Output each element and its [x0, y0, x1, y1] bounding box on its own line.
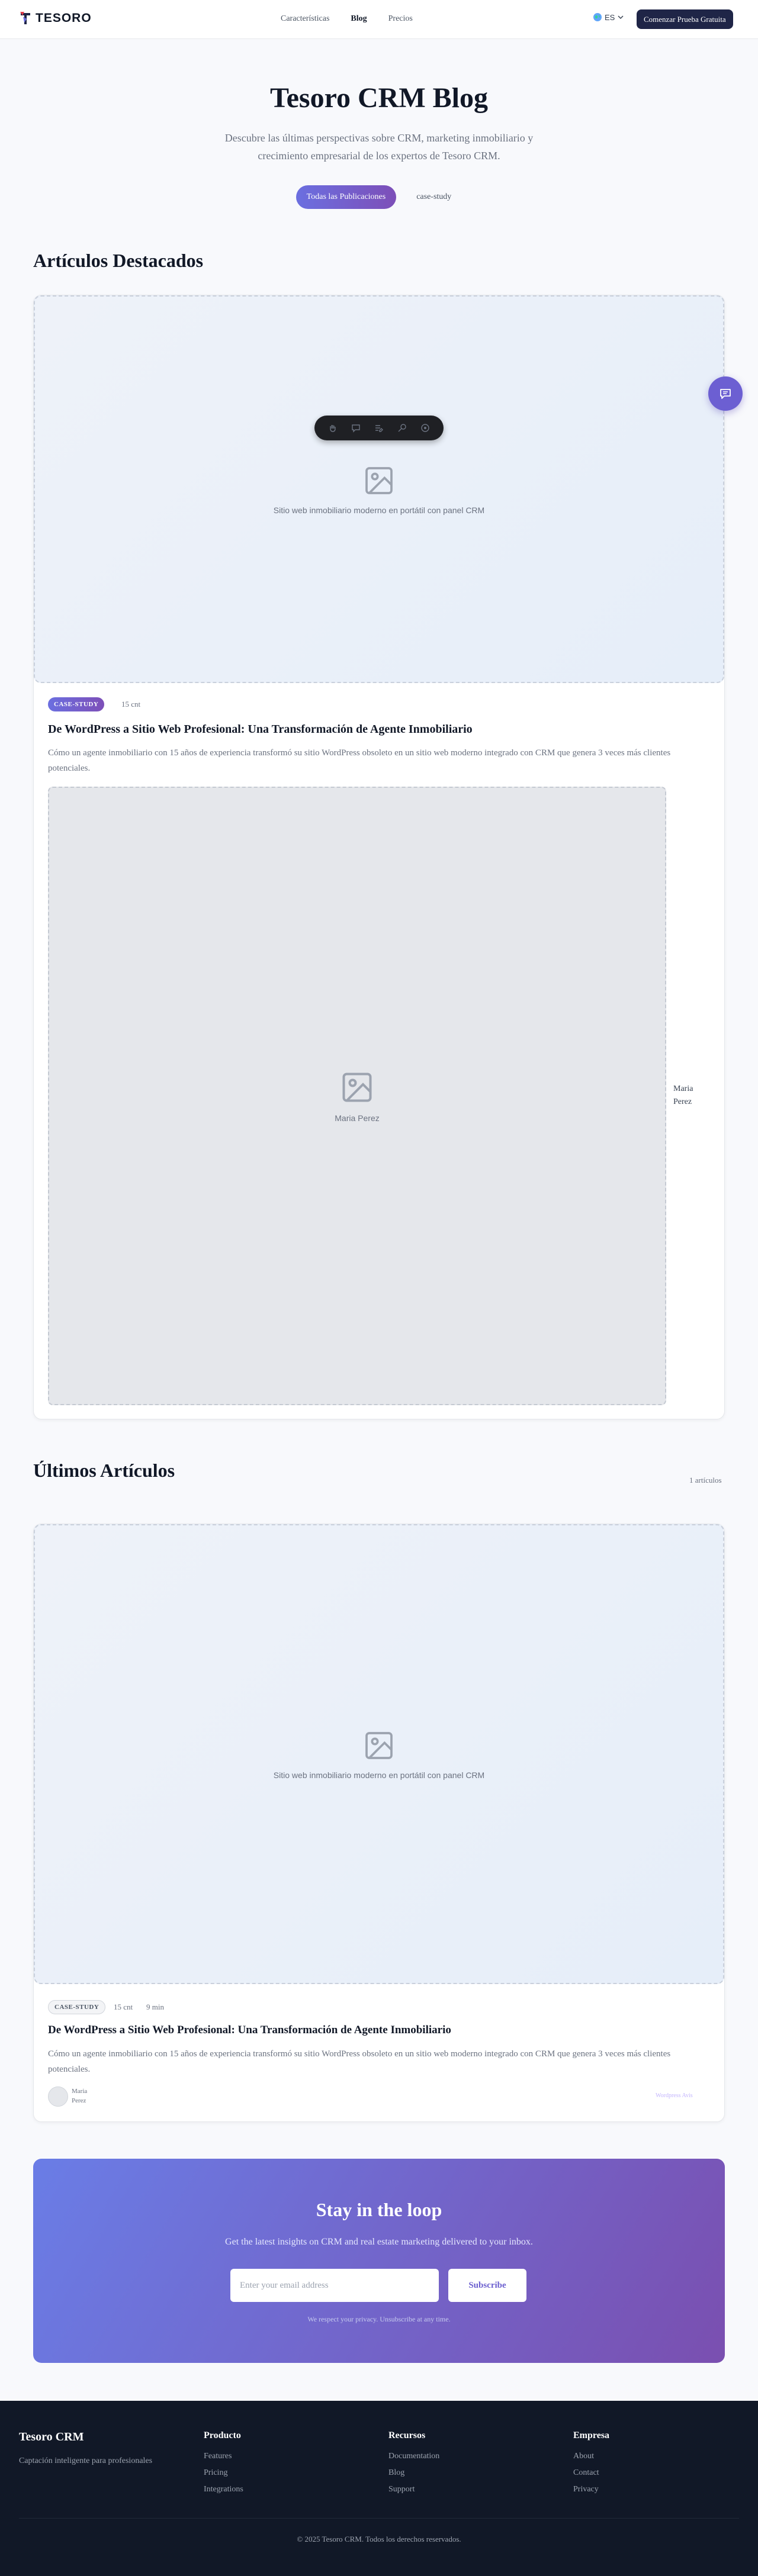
- minutes-read: 9 min: [146, 2002, 164, 2011]
- chat-button[interactable]: [708, 376, 743, 411]
- image-caption: Sitio web inmobiliario moderno en portát…: [273, 505, 485, 515]
- footer-column-company: Empresa About Contact Privacy: [573, 2430, 609, 2501]
- footer-link-pricing[interactable]: Pricing: [204, 2468, 243, 2478]
- start-trial-button[interactable]: Comenzar Prueba Gratuita: [637, 9, 733, 29]
- globe-icon: [593, 13, 602, 21]
- filter-all-posts-button[interactable]: Todas las Publicaciones: [296, 185, 397, 209]
- footer-link-integrations[interactable]: Integrations: [204, 2485, 243, 2494]
- featured-article-title[interactable]: De WordPress a Sitio Web Profesional: Un…: [48, 723, 699, 736]
- footer-link-blog[interactable]: Blog: [388, 2468, 439, 2478]
- footer-link-support[interactable]: Support: [388, 2485, 439, 2494]
- category-link[interactable]: Wordpress Avis: [656, 2092, 693, 2099]
- featured-article-excerpt: Cómo un agente inmobiliario con 15 años …: [48, 748, 671, 773]
- footer-link-features[interactable]: Features: [204, 2452, 243, 2461]
- article-count: 1 artículos: [689, 1476, 722, 1485]
- nav-item-features[interactable]: Características: [281, 14, 329, 24]
- latest-image-placeholder: Sitio web inmobiliario moderno en portát…: [34, 1524, 724, 1984]
- newsletter-section: Stay in the loop Get the latest insights…: [33, 2159, 725, 2363]
- footer-link-documentation[interactable]: Documentation: [388, 2452, 439, 2461]
- search-icon[interactable]: [396, 421, 409, 434]
- latest-article-excerpt: Cómo un agente inmobiliario con 15 años …: [48, 2049, 671, 2074]
- footer-tagline: Captación inteligente para profesionales: [19, 2456, 153, 2465]
- footer-column-resources: Recursos Documentation Blog Support: [388, 2430, 439, 2501]
- language-label: ES: [605, 12, 615, 22]
- avatar: [48, 2086, 68, 2107]
- nav-item-pricing[interactable]: Precios: [388, 14, 413, 24]
- category-badge[interactable]: CASE-STUDY: [48, 697, 105, 711]
- subscribe-button[interactable]: Subscribe: [448, 2269, 526, 2302]
- footer-link-contact[interactable]: Contact: [573, 2468, 609, 2478]
- page-subtitle: Descubre las últimas perspectivas sobre …: [224, 132, 534, 162]
- footer-link-privacy[interactable]: Privacy: [573, 2485, 609, 2494]
- featured-image-placeholder: Sitio web inmobiliario moderno en portát…: [34, 295, 724, 683]
- footer-column-title: Empresa: [573, 2430, 610, 2440]
- privacy-note: We respect your privacy. Unsubscribe at …: [307, 2315, 451, 2323]
- logo[interactable]: TESORO: [19, 11, 92, 26]
- image-icon: [365, 466, 393, 494]
- author-name: Maria Perez: [673, 1084, 693, 1106]
- logo-icon: [20, 12, 30, 24]
- footer-divider: [19, 2518, 739, 2519]
- category-filters: Todas las Publicaciones case-study: [0, 185, 758, 209]
- page-title: Tesoro CRM Blog: [269, 82, 488, 114]
- main-nav: Características Blog Precios: [281, 14, 413, 24]
- latest-article-card[interactable]: Sitio web inmobiliario moderno en portát…: [33, 1524, 725, 2122]
- email-field[interactable]: [230, 2269, 439, 2302]
- image-caption: Sitio web inmobiliario moderno en portát…: [273, 1770, 485, 1780]
- newsletter-title: Stay in the loop: [316, 2199, 442, 2220]
- image-icon: [342, 1073, 372, 1102]
- category-badge[interactable]: CASE-STUDY: [48, 2000, 106, 2014]
- settings-icon[interactable]: [419, 421, 432, 434]
- nav-item-blog[interactable]: Blog: [351, 14, 367, 24]
- language-selector[interactable]: ES: [593, 12, 624, 22]
- copyright: © 2025 Tesoro CRM. Todos los derechos re…: [297, 2535, 461, 2543]
- read-time: 15 cnt: [114, 2002, 133, 2011]
- floating-toolbar: [314, 416, 444, 440]
- featured-article-card[interactable]: Sitio web inmobiliario moderno en portát…: [33, 295, 725, 1419]
- footer-column-title: Producto: [204, 2430, 241, 2440]
- footer-column-title: Recursos: [388, 2430, 426, 2440]
- site-header: TESORO Características Blog Precios ES C…: [0, 0, 758, 39]
- author-image-placeholder: Maria Perez: [48, 787, 666, 1405]
- logo-text: TESORO: [36, 11, 92, 25]
- latest-article-title[interactable]: De WordPress a Sitio Web Profesional: Un…: [48, 2024, 699, 2037]
- filter-case-study-button[interactable]: case-study: [406, 185, 462, 209]
- footer-column-product: Producto Features Pricing Integrations: [204, 2430, 243, 2501]
- comment-icon[interactable]: [349, 421, 362, 434]
- image-icon: [365, 1731, 393, 1759]
- latest-section-title: Últimos Artículos: [33, 1460, 175, 1481]
- site-footer: Tesoro CRM Captación inteligente para pr…: [0, 2401, 758, 2576]
- chevron-down-icon: [618, 15, 624, 20]
- author-name: Maria Perez: [72, 2088, 88, 2104]
- list-edit-icon[interactable]: [372, 421, 386, 434]
- newsletter-subtitle: Get the latest insights on CRM and real …: [225, 2237, 533, 2247]
- footer-link-about[interactable]: About: [573, 2452, 609, 2461]
- author-image-caption: Maria Perez: [335, 1113, 380, 1123]
- read-time: 15 cnt: [121, 700, 141, 709]
- hand-icon[interactable]: [326, 421, 339, 434]
- featured-section-title: Artículos Destacados: [33, 250, 204, 271]
- chat-icon: [720, 389, 731, 399]
- footer-brand: Tesoro CRM: [19, 2430, 84, 2443]
